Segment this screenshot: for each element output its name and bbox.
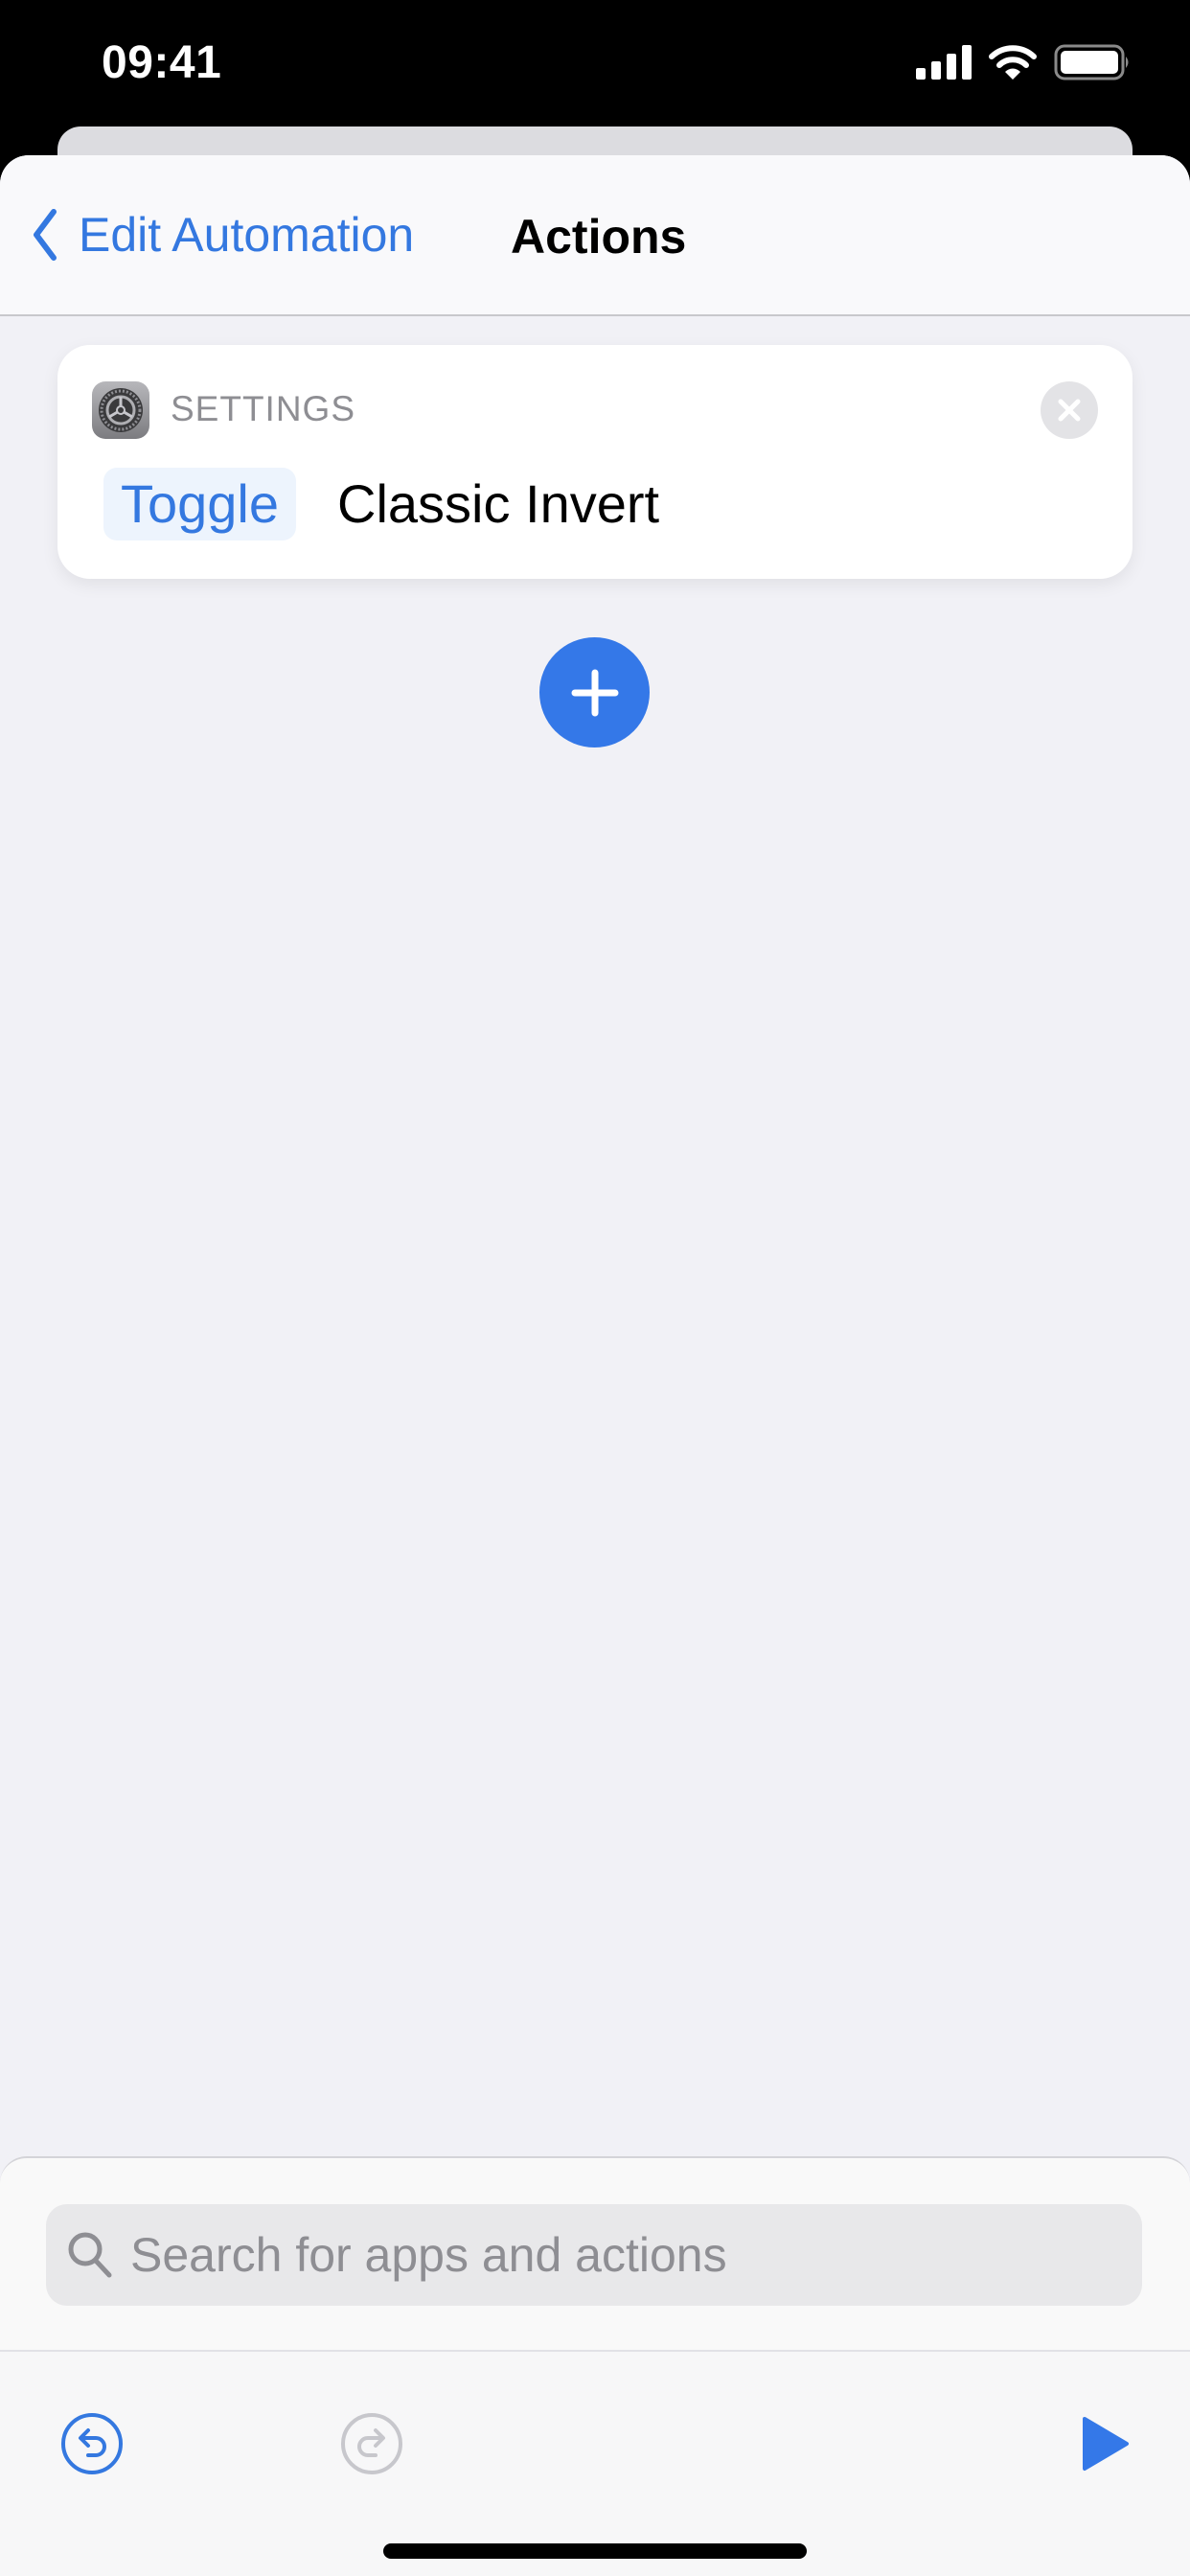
undo-icon (61, 2413, 123, 2474)
action-search-panel (0, 2156, 1190, 2576)
play-icon (1083, 2417, 1129, 2471)
search-input[interactable] (128, 2226, 1090, 2284)
toggle-parameter-token[interactable]: Toggle (103, 468, 297, 540)
battery-icon (1054, 44, 1129, 80)
plus-icon (571, 669, 618, 716)
actions-sheet: Edit Automation Actions SETTINGS Toggle … (0, 155, 1190, 2576)
bottom-toolbar (0, 2352, 1190, 2576)
close-icon (1058, 399, 1081, 422)
status-icons (916, 44, 1131, 80)
back-label: Edit Automation (79, 208, 415, 262)
redo-button[interactable] (339, 2411, 404, 2481)
undo-button[interactable] (59, 2411, 125, 2481)
settings-gear-icon (92, 381, 149, 439)
add-action-button[interactable] (539, 637, 650, 748)
search-field[interactable] (46, 2204, 1142, 2306)
status-bar: 09:41 (0, 0, 1190, 125)
status-time: 09:41 (102, 37, 222, 88)
navigation-bar: Edit Automation Actions (0, 155, 1190, 316)
wifi-icon (989, 45, 1037, 80)
cellular-signal-icon (916, 45, 972, 80)
remove-action-button[interactable] (1041, 381, 1098, 439)
page-title: Actions (511, 210, 687, 264)
chevron-left-icon (34, 209, 57, 261)
action-subject: Classic Invert (337, 473, 660, 534)
search-icon (68, 2232, 112, 2278)
redo-icon (341, 2413, 402, 2474)
back-button[interactable]: Edit Automation (33, 207, 414, 263)
action-card[interactable]: SETTINGS Toggle Classic Invert (57, 345, 1133, 579)
run-button[interactable] (1081, 2415, 1131, 2477)
home-indicator (383, 2543, 807, 2559)
app-label: SETTINGS (171, 389, 356, 428)
